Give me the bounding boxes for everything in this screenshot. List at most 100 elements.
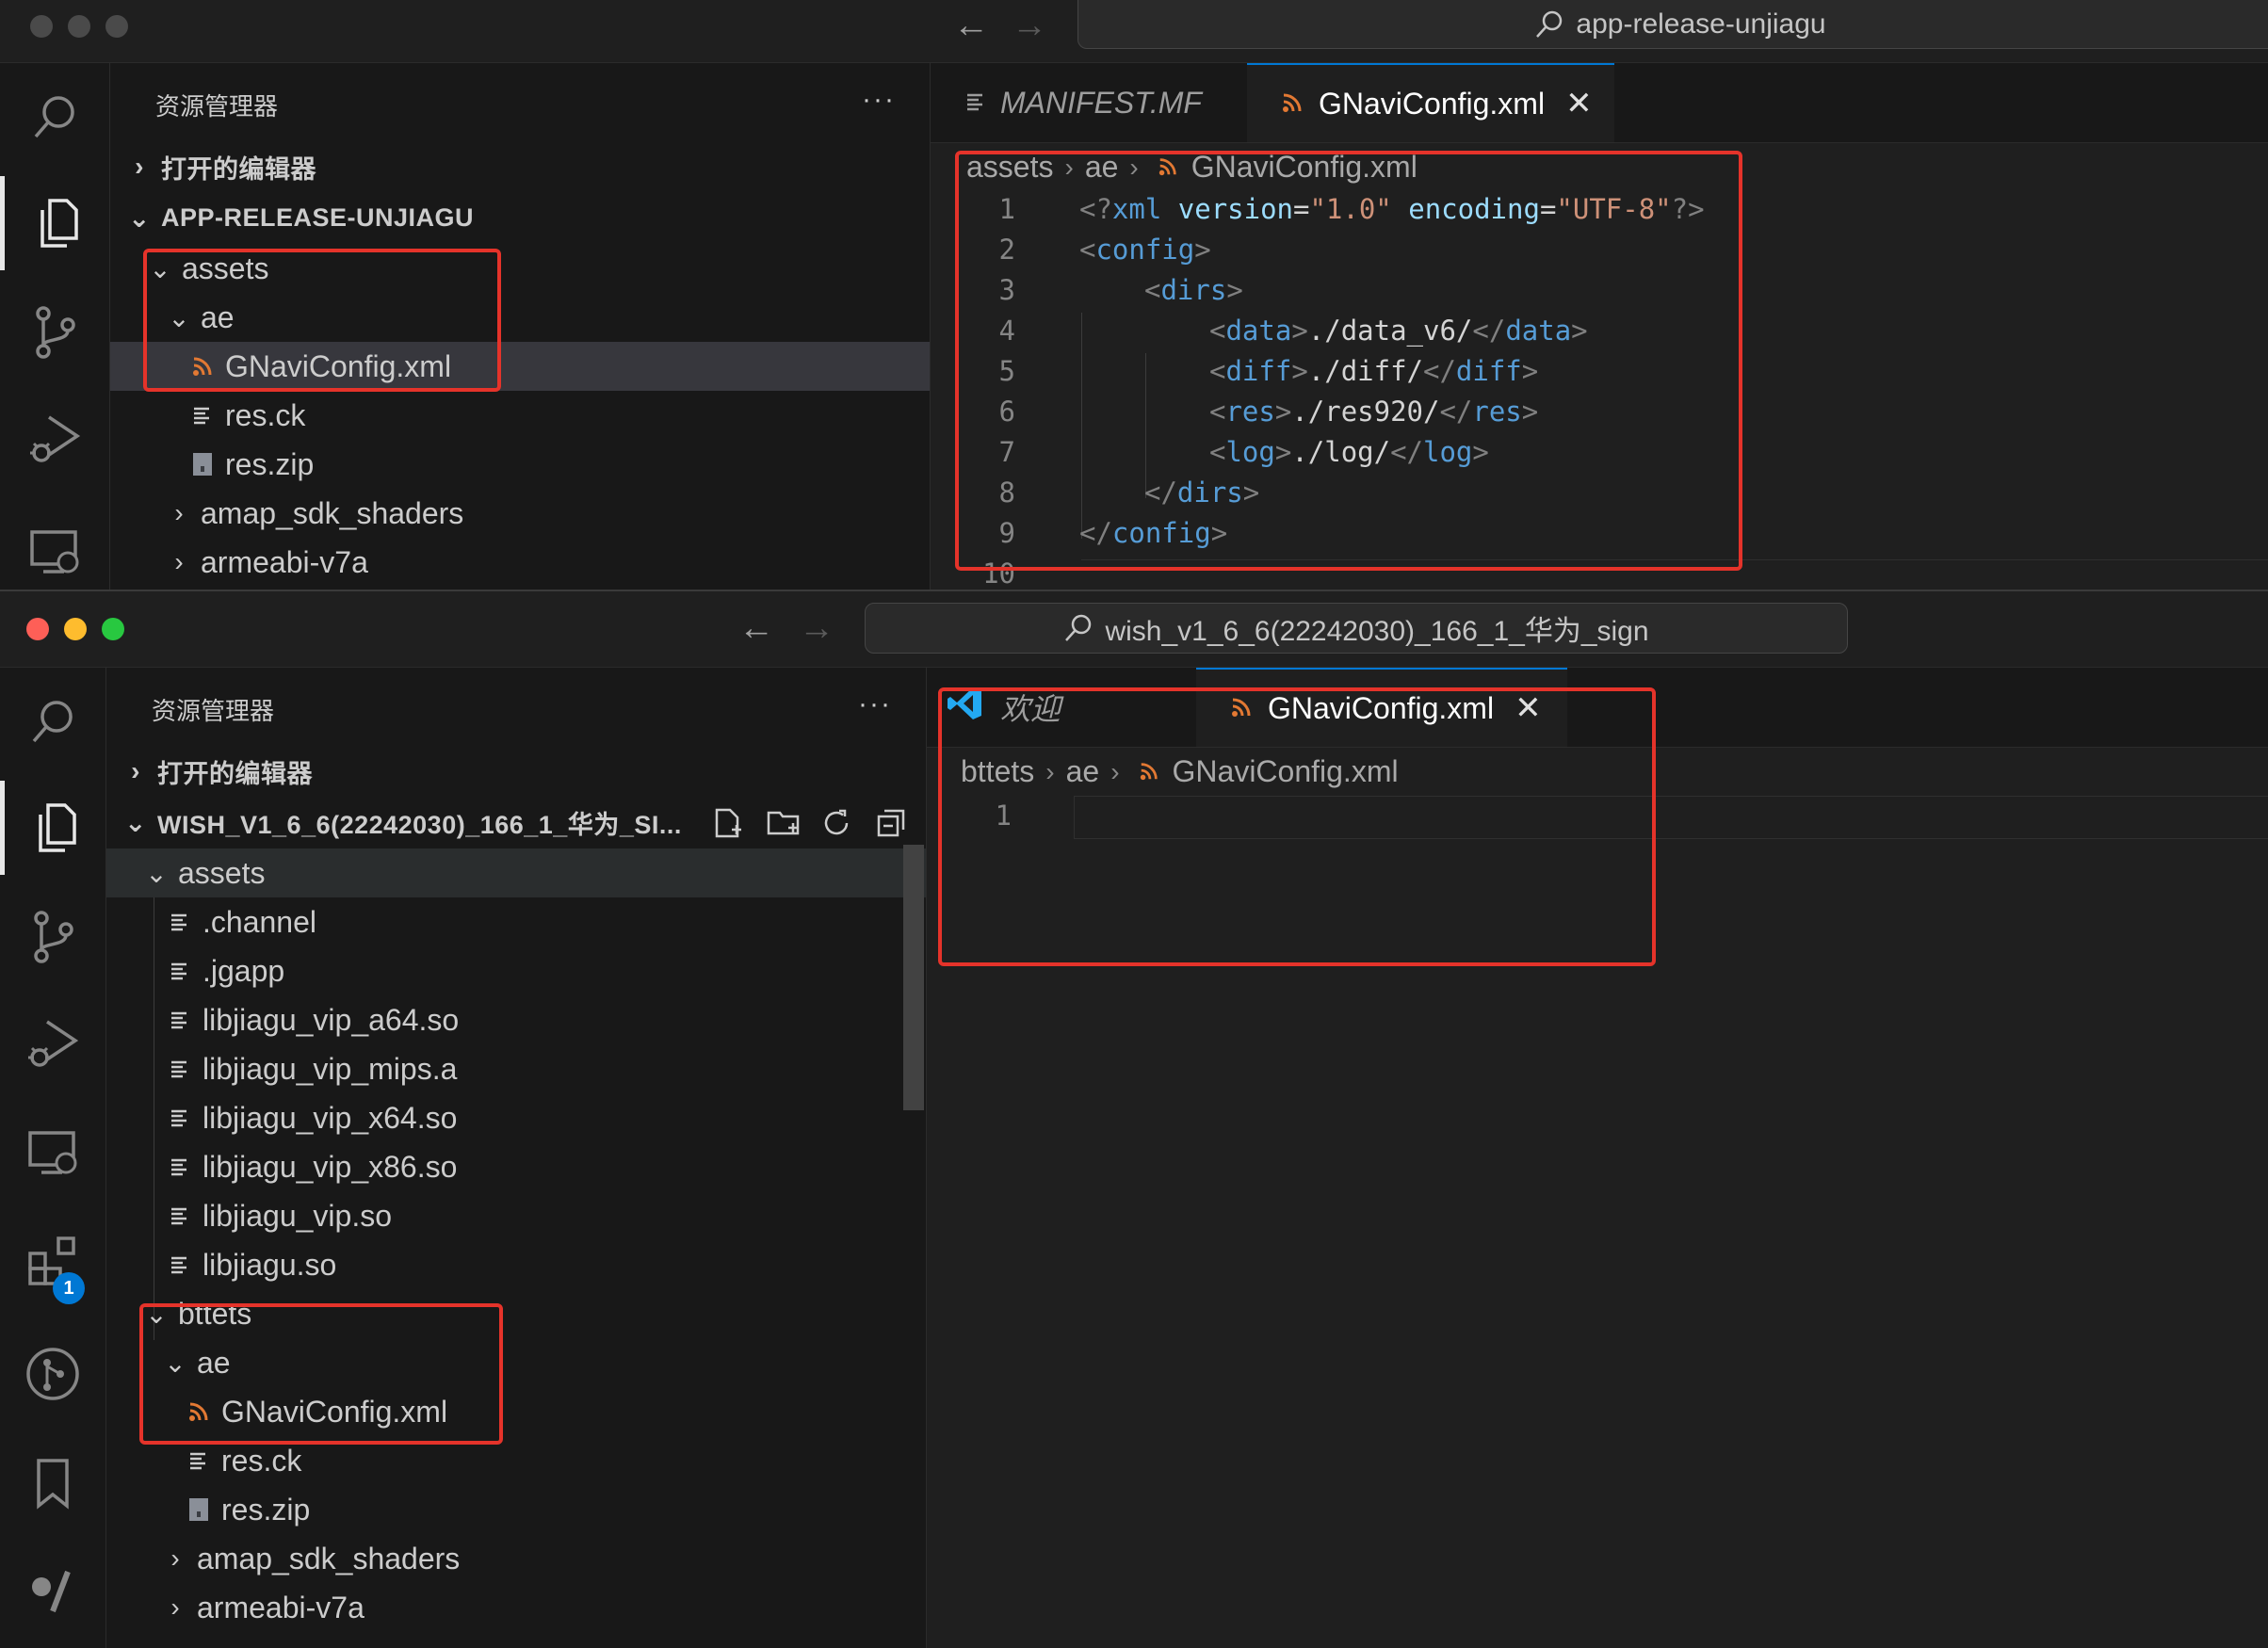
tree-item-res-zip[interactable]: res.zip bbox=[106, 1485, 926, 1534]
search-text: app-release-unjiagu bbox=[1576, 8, 1826, 40]
code-editor[interactable]: 1 2 3 4 5 6 7 8 9 10 <?xml version="1.0"… bbox=[931, 63, 2268, 590]
tree-item-res-ck[interactable]: res.ck bbox=[106, 1436, 926, 1485]
tree-item-armeabi-v7a[interactable]: › armeabi-v7a bbox=[110, 538, 930, 587]
tree-item-res-ck[interactable]: res.ck bbox=[110, 391, 930, 440]
open-editors-section[interactable]: › 打开的编辑器 bbox=[106, 747, 926, 796]
tree-label: amap_sdk_shaders bbox=[201, 495, 464, 530]
title-bar: ← → app-release-unjiagu bbox=[0, 0, 2268, 63]
tree-label: assets bbox=[178, 855, 266, 890]
close-window-button[interactable] bbox=[26, 618, 49, 640]
tree-item-gnaviconfig[interactable]: GNaviConfig.xml bbox=[110, 342, 930, 391]
close-window-button[interactable] bbox=[30, 15, 53, 38]
window-wish-sign: ← → wish_v1_6_6(22242030)_166_1_华为_sign … bbox=[0, 590, 2268, 1648]
chevron-down-icon: ⌄ bbox=[145, 1299, 168, 1329]
remote-explorer-icon[interactable] bbox=[0, 506, 109, 590]
tree-item-amap-sdk-shaders[interactable]: › amap_sdk_shaders bbox=[110, 489, 930, 538]
tree-item-libjiagu-vip-a64[interactable]: libjiagu_vip_a64.so bbox=[106, 995, 926, 1044]
refresh-icon[interactable] bbox=[820, 807, 852, 846]
search-icon[interactable] bbox=[0, 71, 109, 165]
indent-guide bbox=[1081, 313, 1082, 539]
remote-explorer-icon[interactable] bbox=[0, 1107, 105, 1201]
sidebar-scrollbar[interactable] bbox=[903, 845, 924, 1110]
forward-arrow-icon[interactable]: → bbox=[1012, 8, 1047, 43]
tree-label: res.zip bbox=[221, 1492, 311, 1527]
tree-item-libjiagu-vip-mips[interactable]: libjiagu_vip_mips.a bbox=[106, 1044, 926, 1093]
tree-label: libjiagu_vip_a64.so bbox=[202, 1002, 460, 1037]
line-number: 9 bbox=[998, 517, 1015, 549]
more-actions-button[interactable]: ··· bbox=[858, 688, 892, 720]
new-file-icon[interactable] bbox=[711, 807, 743, 846]
text-file-icon bbox=[182, 1449, 216, 1472]
tree-item-libjiagu[interactable]: libjiagu.so bbox=[106, 1240, 926, 1289]
code-line: <data>./data_v6/</data> bbox=[1209, 315, 1588, 347]
explorer-title: 资源管理器 bbox=[155, 92, 279, 121]
tree-item-jgapp[interactable]: .jgapp bbox=[106, 946, 926, 995]
tree-label: .channel bbox=[202, 904, 316, 939]
code-line: <?xml version="1.0" encoding="UTF-8"?> bbox=[1079, 193, 1705, 225]
tree-item-assets[interactable]: ⌄ assets bbox=[106, 848, 926, 897]
tree-item-armeabi-v7a[interactable]: › armeabi-v7a bbox=[106, 1583, 926, 1632]
zip-file-icon bbox=[186, 451, 219, 477]
back-arrow-icon[interactable]: ← bbox=[953, 8, 989, 43]
tree-label: GNaviConfig.xml bbox=[225, 348, 452, 383]
tree-item-ae[interactable]: ⌄ ae bbox=[106, 1338, 926, 1387]
command-center-search[interactable]: wish_v1_6_6(22242030)_166_1_华为_sign bbox=[865, 603, 1848, 654]
chevron-down-icon: ⌄ bbox=[128, 202, 151, 233]
tree-item-libjiagu-vip[interactable]: libjiagu_vip.so bbox=[106, 1191, 926, 1240]
text-file-icon bbox=[163, 1009, 197, 1031]
editor-area: 欢迎 GNaviConfig.xml ✕ bttets › ae › GNavi… bbox=[927, 668, 2268, 1648]
source-control-icon[interactable] bbox=[0, 890, 105, 984]
minimize-window-button[interactable] bbox=[68, 15, 90, 38]
toggle-icon[interactable] bbox=[0, 1543, 105, 1638]
chevron-down-icon: ⌄ bbox=[164, 1348, 186, 1378]
collapse-all-icon[interactable] bbox=[875, 807, 907, 846]
line-number: 3 bbox=[998, 274, 1015, 306]
tree-item-channel[interactable]: .channel bbox=[106, 897, 926, 946]
tree-item-ae[interactable]: ⌄ ae bbox=[110, 293, 930, 342]
line-number: 5 bbox=[998, 355, 1015, 387]
git-graph-icon[interactable] bbox=[0, 1327, 105, 1421]
run-debug-icon[interactable] bbox=[0, 393, 109, 487]
line-number: 1 bbox=[998, 193, 1015, 225]
folder-section[interactable]: ⌄ APP-RELEASE-UNJIAGU bbox=[110, 193, 930, 242]
folder-section[interactable]: ⌄ WISH_V1_6_6(22242030)_166_1_华为_SI... bbox=[106, 798, 926, 847]
run-debug-icon[interactable] bbox=[0, 997, 105, 1091]
folder-label: WISH_V1_6_6(22242030)_166_1_华为_SI... bbox=[157, 810, 682, 839]
source-control-icon[interactable] bbox=[0, 285, 109, 380]
tree-label: ae bbox=[201, 299, 235, 334]
explorer-icon[interactable] bbox=[0, 176, 109, 270]
new-folder-icon[interactable] bbox=[766, 807, 802, 846]
text-file-icon bbox=[163, 960, 197, 982]
line-number: 6 bbox=[998, 396, 1015, 428]
extensions-icon[interactable]: 1 bbox=[0, 1214, 105, 1308]
back-arrow-icon[interactable]: ← bbox=[738, 610, 774, 646]
minimize-window-button[interactable] bbox=[64, 618, 87, 640]
command-center-search[interactable]: app-release-unjiagu bbox=[1077, 0, 2268, 49]
tree-item-assets[interactable]: ⌄ assets bbox=[110, 244, 930, 293]
tree-item-bttets[interactable]: ⌄ bttets bbox=[106, 1289, 926, 1338]
tree-item-amap-sdk-shaders[interactable]: › amap_sdk_shaders bbox=[106, 1534, 926, 1583]
tree-item-gnaviconfig[interactable]: GNaviConfig.xml bbox=[106, 1387, 926, 1436]
tree-label: bttets bbox=[178, 1296, 252, 1331]
section-label: 打开的编辑器 bbox=[157, 759, 313, 788]
code-line: <res>./res920/</res> bbox=[1209, 396, 1539, 428]
tree-item-libjiagu-vip-x86[interactable]: libjiagu_vip_x86.so bbox=[106, 1142, 926, 1191]
search-icon bbox=[1536, 10, 1563, 38]
more-actions-button[interactable]: ··· bbox=[862, 84, 896, 116]
bookmark-icon[interactable] bbox=[0, 1436, 105, 1530]
forward-arrow-icon[interactable]: → bbox=[799, 610, 834, 646]
search-icon[interactable] bbox=[0, 675, 105, 769]
line-number: 10 bbox=[982, 557, 1015, 590]
chevron-right-icon: › bbox=[170, 1592, 180, 1622]
code-line: </dirs> bbox=[1144, 477, 1260, 509]
tree-label: armeabi-v7a bbox=[197, 1590, 364, 1624]
open-editors-section[interactable]: › 打开的编辑器 bbox=[110, 142, 930, 191]
search-icon bbox=[1065, 614, 1092, 641]
explorer-icon[interactable] bbox=[0, 781, 105, 875]
code-editor[interactable]: 1 bbox=[927, 668, 2268, 1648]
tree-item-libjiagu-vip-x64[interactable]: libjiagu_vip_x64.so bbox=[106, 1093, 926, 1142]
maximize-window-button[interactable] bbox=[102, 618, 124, 640]
tree-item-res-zip[interactable]: res.zip bbox=[110, 440, 930, 489]
maximize-window-button[interactable] bbox=[105, 15, 128, 38]
explorer-sidebar: 资源管理器 ··· › 打开的编辑器 ⌄ WISH_V1_6_6(2224203… bbox=[106, 668, 927, 1648]
